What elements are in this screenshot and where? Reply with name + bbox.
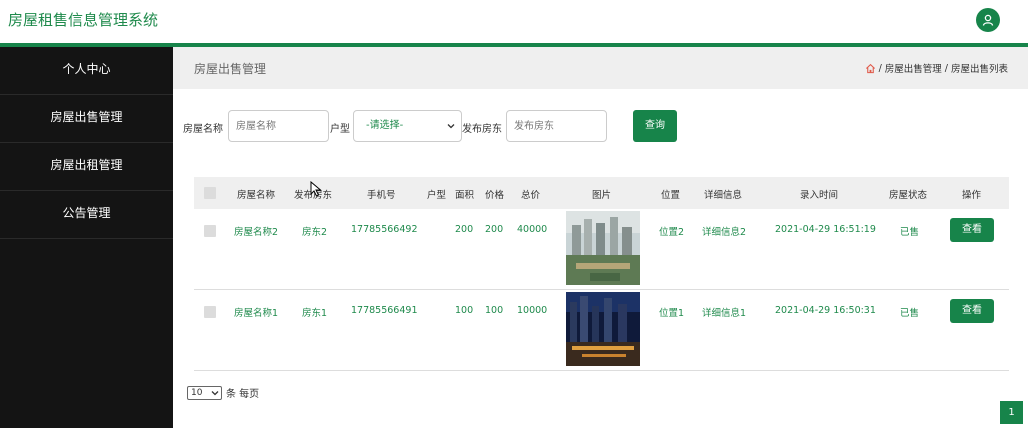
house-image (566, 211, 640, 285)
view-button[interactable]: 查看 (950, 299, 994, 323)
cell-location: 位置2 (659, 227, 685, 238)
house-sale-table: 房屋名称 发布房东 手机号 户型 面积 价格 总价 图片 位置 详细信息 录入时… (194, 177, 1009, 371)
title-bar: 房屋出售管理 / 房屋出售管理 / 房屋出售列表 (173, 47, 1028, 89)
cell-detail: 详细信息2 (702, 227, 747, 238)
cell-phone: 17785566491 (351, 305, 418, 316)
sidebar-item-house-sale[interactable]: 房屋出售管理 (0, 95, 173, 143)
cell-house-name: 房屋名称2 (234, 227, 279, 238)
page-size-select[interactable]: 10 (187, 385, 222, 400)
cell-area: 200 (455, 224, 474, 235)
breadcrumb-separator: / (944, 62, 948, 74)
sidebar-item-profile[interactable]: 个人中心 (0, 47, 173, 95)
row-checkbox[interactable] (204, 306, 216, 318)
page-button-current[interactable]: 1 (1000, 401, 1023, 424)
house-name-label: 房屋名称 (183, 124, 223, 135)
sidebar: 个人中心 房屋出售管理 房屋出租管理 公告管理 (0, 47, 173, 428)
col-location: 位置 (661, 190, 681, 201)
cell-entry-time: 2021-04-29 16:51:19 (775, 224, 876, 235)
cell-status: 已售 (900, 227, 920, 238)
sidebar-item-announcements[interactable]: 公告管理 (0, 191, 173, 239)
cell-entry-time: 2021-04-29 16:50:31 (775, 305, 876, 316)
per-page-label: 条 每页 (226, 389, 260, 400)
breadcrumb-separator: / (878, 62, 882, 74)
cell-price: 200 (485, 224, 504, 235)
cell-detail: 详细信息1 (702, 308, 747, 319)
col-time: 录入时间 (800, 190, 839, 201)
house-type-select[interactable]: -请选择- (353, 110, 462, 142)
user-avatar[interactable] (976, 8, 1000, 32)
col-image: 图片 (592, 190, 612, 201)
owner-label: 发布房东 (462, 124, 502, 135)
cell-location: 位置1 (659, 308, 685, 319)
top-header: 房屋租售信息管理系统 (0, 0, 1028, 43)
chevron-down-icon (211, 390, 219, 395)
page-size-control: 10 条 每页 (187, 385, 259, 400)
user-icon (982, 14, 994, 26)
col-phone: 手机号 (367, 190, 396, 201)
breadcrumb: / 房屋出售管理 / 房屋出售列表 (865, 61, 1008, 75)
app-title: 房屋租售信息管理系统 (8, 11, 159, 29)
cell-house-name: 房屋名称1 (234, 308, 279, 319)
cell-owner: 房东2 (302, 227, 328, 238)
col-house-name: 房屋名称 (237, 190, 276, 201)
col-type: 户型 (427, 190, 447, 201)
col-area: 面积 (455, 190, 475, 201)
cell-phone: 17785566492 (351, 224, 418, 235)
house-name-input[interactable] (228, 110, 329, 142)
sidebar-item-house-rent[interactable]: 房屋出租管理 (0, 143, 173, 191)
table-row: 房屋名称1 房东1 17785566491 100 100 10000 位置1 … (194, 290, 1009, 371)
cell-total: 40000 (517, 224, 548, 235)
cell-owner: 房东1 (302, 308, 328, 319)
search-form: 房屋名称 户型 -请选择- 发布房东 查询 (183, 110, 1023, 142)
breadcrumb-item-sale-mgmt[interactable]: 房屋出售管理 (885, 61, 942, 75)
house-image (566, 292, 640, 366)
col-detail: 详细信息 (704, 190, 743, 201)
cell-total: 10000 (517, 305, 548, 316)
col-total: 总价 (521, 190, 541, 201)
col-status: 房屋状态 (889, 190, 928, 201)
home-icon[interactable] (865, 63, 876, 74)
owner-input[interactable] (506, 110, 607, 142)
col-action: 操作 (962, 190, 982, 201)
page-size-value: 10 (191, 387, 203, 398)
select-all-checkbox[interactable] (204, 187, 216, 199)
cell-status: 已售 (900, 308, 920, 319)
house-type-selected: -请选择- (366, 120, 404, 131)
row-checkbox[interactable] (204, 225, 216, 237)
house-type-label: 户型 (330, 124, 350, 135)
view-button[interactable]: 查看 (950, 218, 994, 242)
cell-area: 100 (455, 305, 474, 316)
mouse-cursor-icon (310, 181, 322, 197)
breadcrumb-item-sale-list: 房屋出售列表 (950, 64, 1008, 75)
query-button[interactable]: 查询 (633, 110, 677, 142)
col-price: 价格 (485, 190, 505, 201)
table-row: 房屋名称2 房东2 17785566492 200 200 40000 位置2 … (194, 209, 1009, 290)
page-title: 房屋出售管理 (194, 62, 267, 76)
chevron-down-icon (447, 124, 455, 129)
cell-price: 100 (485, 305, 504, 316)
main-content: 房屋出售管理 / 房屋出售管理 / 房屋出售列表 房屋名称 户型 -请选择- 发… (173, 47, 1028, 428)
